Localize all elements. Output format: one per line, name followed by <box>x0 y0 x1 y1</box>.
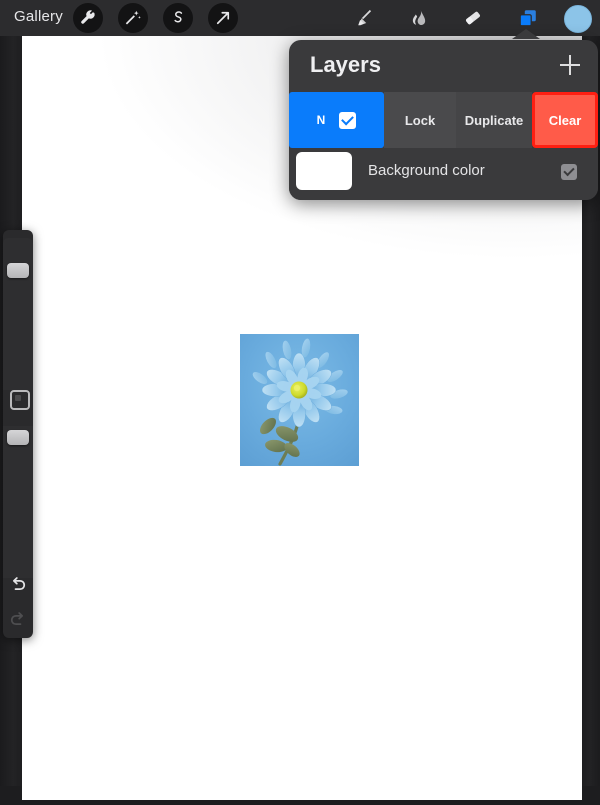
lock-button[interactable]: Lock <box>384 92 456 148</box>
clear-button[interactable]: Clear <box>532 92 598 148</box>
actions-wrench-icon[interactable] <box>73 3 103 33</box>
add-layer-button[interactable] <box>560 55 580 75</box>
gallery-button[interactable]: Gallery <box>14 8 63 25</box>
check-icon <box>563 164 575 177</box>
color-swatch[interactable] <box>564 5 592 33</box>
arrow-glyph <box>216 11 230 25</box>
s-curve-glyph <box>174 11 183 23</box>
panel-caret-icon <box>512 29 540 39</box>
eraser-icon[interactable] <box>458 3 488 33</box>
brush-glyph <box>358 9 372 26</box>
magic-wand-glyph <box>125 10 141 25</box>
eraser-glyph <box>466 11 480 25</box>
background-color-row[interactable]: Background color <box>289 148 598 200</box>
brush-size-handle[interactable] <box>7 263 29 278</box>
redo-button[interactable] <box>3 605 33 635</box>
opacity-slider[interactable] <box>3 426 33 578</box>
layer-visibility-checkbox[interactable] <box>339 111 357 129</box>
undo-icon <box>12 577 26 591</box>
background-color-swatch[interactable] <box>296 152 352 190</box>
background-visibility-checkbox[interactable] <box>561 164 577 180</box>
brush-size-slider[interactable] <box>3 238 33 390</box>
left-sidebar <box>3 230 33 638</box>
layers-glyph <box>519 10 536 27</box>
smudge-icon[interactable] <box>403 3 433 33</box>
opacity-handle[interactable] <box>7 430 29 445</box>
background-color-label: Background color <box>368 162 485 179</box>
smudge-glyph <box>412 10 426 26</box>
wrench-glyph <box>81 10 95 24</box>
top-toolbar: Gallery <box>0 0 600 36</box>
blend-mode-label[interactable]: N <box>317 113 326 127</box>
undo-button[interactable] <box>3 570 33 600</box>
check-icon <box>341 112 355 125</box>
selection-icon[interactable] <box>163 3 193 33</box>
procreate-app: Gallery Layers N Lock Duplicate Clear Ba… <box>0 0 600 800</box>
layers-panel-header: Layers <box>289 40 598 92</box>
redo-icon <box>10 612 24 626</box>
duplicate-button[interactable]: Duplicate <box>456 92 532 148</box>
adjustments-wand-icon[interactable] <box>118 3 148 33</box>
modify-button[interactable] <box>10 390 30 410</box>
paint-brush-icon[interactable] <box>348 3 378 33</box>
layers-panel: Layers N Lock Duplicate Clear Background… <box>289 40 598 200</box>
layer-thumbnail-blend-cell[interactable]: N <box>289 92 384 148</box>
layers-panel-title: Layers <box>310 52 381 77</box>
transform-arrow-icon[interactable] <box>208 3 238 33</box>
layer-row-actions: N Lock Duplicate Clear <box>289 92 598 148</box>
